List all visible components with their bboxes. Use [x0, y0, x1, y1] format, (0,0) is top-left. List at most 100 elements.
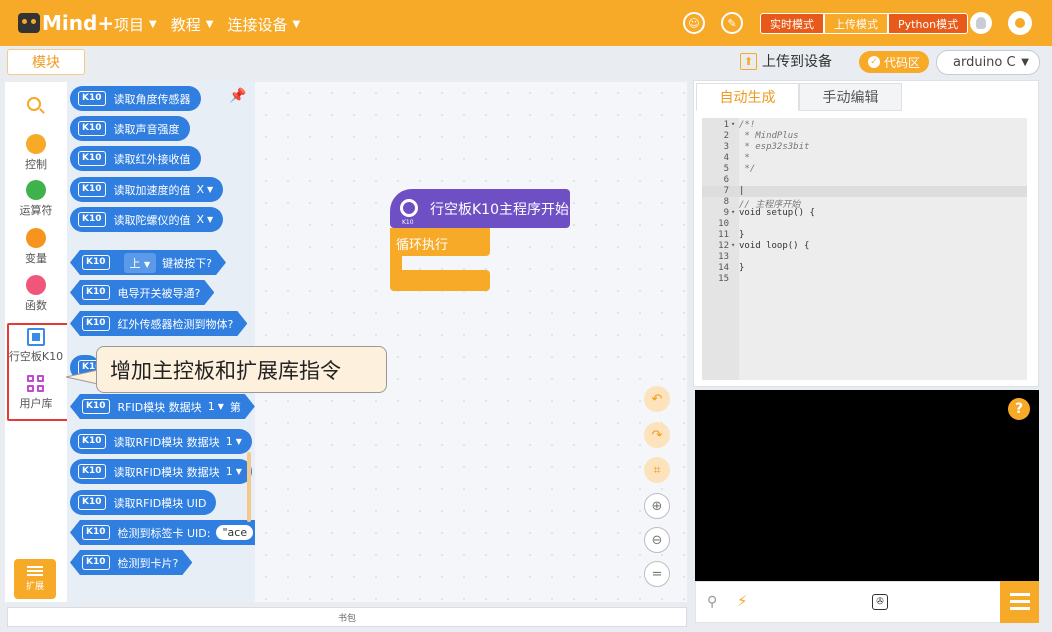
tab-auto-generate[interactable]: 自动生成: [696, 83, 799, 111]
category-variables[interactable]: 变量: [5, 228, 67, 266]
code-line[interactable]: 15: [702, 274, 1027, 285]
code-line[interactable]: 6: [702, 175, 1027, 186]
fold-marker[interactable]: [731, 131, 739, 142]
code-editor[interactable]: 1 ▾/*! 2 * MindPlus 3 * esp32s3bit 4 * 5 */6 7…: [702, 118, 1027, 380]
fold-marker[interactable]: [731, 164, 739, 175]
edit-icon[interactable]: ✎: [721, 12, 743, 34]
menu-project[interactable]: 项目 ▼: [114, 14, 157, 35]
code-area-toggle[interactable]: ✓ 代码区: [859, 51, 929, 73]
main-program-hat-block[interactable]: K10 行空板K10主程序开始: [390, 189, 570, 228]
fold-marker[interactable]: [731, 274, 739, 285]
help-icon[interactable]: ?: [1008, 398, 1030, 420]
uid-input[interactable]: "ace: [216, 525, 253, 540]
palette-scrollbar[interactable]: [247, 452, 251, 522]
zoom-out-icon[interactable]: ⊖: [644, 527, 670, 553]
zoom-in-icon[interactable]: ⊕: [644, 493, 670, 519]
block-read-gyro[interactable]: K10 读取陀螺仪的值 X ▼: [70, 207, 224, 232]
block-detect-card[interactable]: K10 检测到卡片?: [70, 550, 192, 575]
code-line[interactable]: 5 */: [702, 164, 1027, 175]
block-palette: 📌 K10 读取角度传感器 K10 读取声音强度 K10 读取红外接收值 K10 读取加…: [67, 82, 255, 602]
code-line[interactable]: 14}: [702, 263, 1027, 274]
face-icon[interactable]: ☺: [683, 12, 705, 34]
tab-manual-edit[interactable]: 手动编辑: [799, 83, 902, 111]
block-read-accel[interactable]: K10 读取加速度的值 X ▼: [70, 177, 224, 202]
forever-loop-block[interactable]: 循环执行: [390, 228, 490, 256]
plug-icon[interactable]: ⚡: [737, 592, 748, 610]
code-line[interactable]: 11}: [702, 230, 1027, 241]
code-line[interactable]: 10: [702, 219, 1027, 230]
code-line[interactable]: 2 * MindPlus: [702, 131, 1027, 142]
mind-plus-logo[interactable]: Mind+: [18, 10, 114, 36]
block-read-rfid-uid[interactable]: K10 读取RFID模块 UID: [70, 490, 217, 515]
block-button-pressed[interactable]: K10 上 ▼ 键被按下?: [70, 250, 226, 275]
code-line[interactable]: 8 // 主程序开始: [702, 197, 1027, 210]
block-ir-detect[interactable]: K10 红外传感器检测到物体?: [70, 311, 247, 336]
redo-icon[interactable]: ↷: [644, 422, 670, 448]
mode-upload[interactable]: 上传模式: [824, 13, 888, 34]
block-conductive-switch[interactable]: K10 电导开关被导通?: [70, 280, 214, 305]
block-label: 检测到卡片?: [117, 556, 179, 570]
fold-marker[interactable]: [731, 197, 739, 208]
fold-marker[interactable]: [731, 153, 739, 164]
code-line[interactable]: 7 |: [702, 186, 1027, 197]
block-read-rfid-2[interactable]: K10 读取RFID模块 数据块 1 ▼: [70, 459, 252, 484]
code-line[interactable]: 9 ▾ void setup() {: [702, 208, 1027, 219]
fold-marker[interactable]: [731, 263, 739, 274]
code-text: |: [739, 186, 745, 196]
extension-button[interactable]: 扩展: [14, 559, 56, 599]
list-menu-icon[interactable]: [1000, 581, 1039, 623]
axis-value: X: [196, 183, 205, 196]
fold-marker[interactable]: ▾: [731, 241, 739, 252]
code-line[interactable]: 13: [702, 252, 1027, 263]
upload-to-device-button[interactable]: ⬆ 上传到设备: [740, 51, 832, 71]
block-detect-tag-uid[interactable]: K10 检测到标签卡 UID: "ace: [70, 520, 255, 545]
block-rfid-block[interactable]: K10 RFID模块 数据块 1 ▼ 第: [70, 394, 255, 419]
fold-marker[interactable]: [731, 252, 739, 263]
axis-dropdown[interactable]: X ▼: [197, 183, 214, 196]
axis-dropdown[interactable]: X ▼: [197, 213, 214, 226]
board-select[interactable]: arduino C ▼: [936, 50, 1040, 75]
code-line[interactable]: 4 *: [702, 153, 1027, 164]
undo-icon[interactable]: ↶: [644, 386, 670, 412]
block-number-dropdown[interactable]: 1 ▼: [208, 400, 224, 413]
mode-realtime[interactable]: 实时模式: [760, 13, 824, 34]
fold-marker[interactable]: [731, 142, 739, 153]
code-line[interactable]: 3 * esp32s3bit: [702, 142, 1027, 153]
fold-marker[interactable]: [731, 219, 739, 230]
serial-mode-icon[interactable]: ✇: [872, 594, 888, 610]
block-number-dropdown[interactable]: 1 ▼: [226, 465, 242, 478]
k10-badge: K10: [78, 495, 106, 510]
module-tab[interactable]: 模块: [7, 49, 85, 75]
category-control[interactable]: 控制: [5, 134, 67, 172]
pin-icon[interactable]: 📌: [229, 88, 246, 104]
fold-marker[interactable]: [731, 175, 739, 186]
code-line[interactable]: 1 ▾/*!: [702, 120, 1027, 131]
menu-connect-device[interactable]: 连接设备 ▼: [227, 14, 300, 35]
block-label: 电导开关被导通?: [117, 286, 201, 300]
serial-monitor[interactable]: [695, 390, 1039, 581]
category-operators[interactable]: 运算符: [5, 180, 67, 218]
fold-marker[interactable]: ▾: [731, 208, 739, 219]
search-icon[interactable]: [27, 97, 41, 111]
block-read-ir[interactable]: K10 读取红外接收值: [70, 146, 201, 171]
usb-icon[interactable]: ⚲: [707, 594, 717, 610]
code-line[interactable]: 12 ▾ void loop() {: [702, 241, 1027, 252]
block-read-angle[interactable]: K10 读取角度传感器: [70, 86, 201, 111]
fold-marker[interactable]: [731, 186, 739, 197]
script-workspace[interactable]: [255, 82, 687, 602]
block-read-rfid-1[interactable]: K10 读取RFID模块 数据块 1 ▼: [70, 429, 252, 454]
user-avatar[interactable]: [970, 12, 992, 34]
block-number-dropdown[interactable]: 1 ▼: [226, 435, 242, 448]
settings-gear-icon[interactable]: [1008, 11, 1032, 35]
upload-label: 上传到设备: [762, 54, 832, 70]
block-read-sound[interactable]: K10 读取声音强度: [70, 116, 190, 141]
fold-marker[interactable]: [731, 230, 739, 241]
button-dropdown[interactable]: 上 ▼: [124, 253, 157, 273]
backpack-bar[interactable]: 书包: [7, 607, 687, 627]
category-functions[interactable]: 函数: [5, 275, 67, 313]
crop-icon[interactable]: ⌗: [644, 457, 670, 483]
fold-marker[interactable]: ▾: [731, 120, 739, 131]
menu-tutorial[interactable]: 教程 ▼: [171, 14, 214, 35]
zoom-reset-icon[interactable]: =: [644, 561, 670, 587]
mode-python[interactable]: Python模式: [888, 13, 969, 34]
